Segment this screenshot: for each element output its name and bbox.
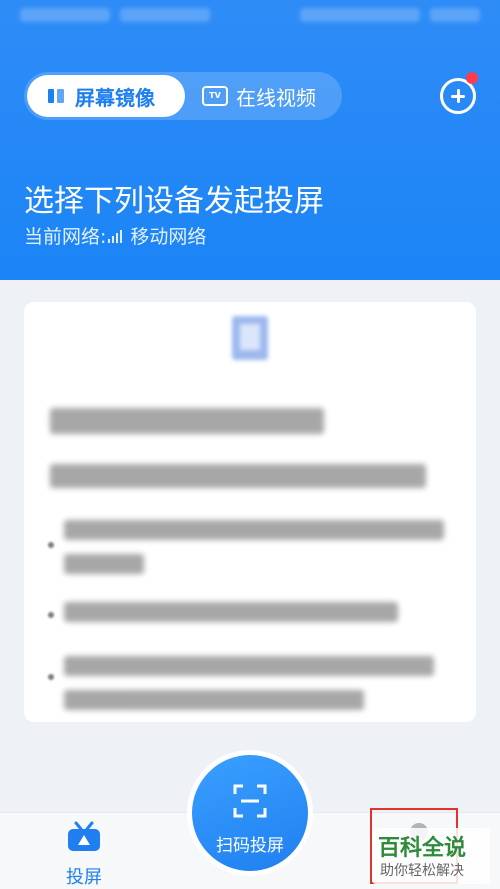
nav-item-cast[interactable]: 投屏 <box>52 819 116 888</box>
blurred-heading <box>50 408 324 434</box>
header: 屏幕镜像 TV 在线视频 选择下列设备发起投屏 当前网络: 移动网络 <box>0 0 500 280</box>
mode-switch: 屏幕镜像 TV 在线视频 <box>24 72 342 120</box>
bullet <box>48 674 54 680</box>
tab-label: 在线视频 <box>236 85 316 110</box>
tab-label: 屏幕镜像 <box>75 85 155 110</box>
tab-screen-mirror[interactable]: 屏幕镜像 <box>27 75 185 117</box>
blurred-text <box>64 602 398 622</box>
blurred-text <box>50 464 426 488</box>
watermark-subtitle: 助你轻松解决 <box>380 863 464 879</box>
watermark-logo: 百科全说 助你轻松解决 <box>372 828 490 884</box>
card-logo-icon <box>232 316 268 360</box>
bullet <box>48 542 54 548</box>
scan-label: 扫码投屏 <box>216 836 284 856</box>
tab-online-video[interactable]: TV 在线视频 <box>202 72 316 120</box>
notification-dot <box>466 72 478 84</box>
blurred-text <box>64 690 364 710</box>
network-name: 移动网络 <box>130 226 207 248</box>
bullet <box>48 612 54 618</box>
scan-icon <box>233 784 267 818</box>
instruction-card <box>24 302 476 722</box>
cast-tv-icon <box>68 821 100 851</box>
scan-cast-button[interactable]: 扫码投屏 <box>187 750 313 876</box>
signal-icon <box>108 229 123 243</box>
blurred-text <box>64 520 444 540</box>
mirror-icon <box>48 89 64 103</box>
blurred-text <box>64 554 144 574</box>
watermark-title: 百科全说 <box>378 836 467 861</box>
tv-icon: TV <box>202 86 228 106</box>
network-status: 当前网络: 移动网络 <box>24 222 206 249</box>
network-label: 当前网络: <box>24 226 107 248</box>
page-title: 选择下列设备发起投屏 <box>24 184 324 219</box>
blurred-text <box>64 656 434 676</box>
nav-label-cast: 投屏 <box>66 867 102 888</box>
status-bar <box>20 8 480 26</box>
